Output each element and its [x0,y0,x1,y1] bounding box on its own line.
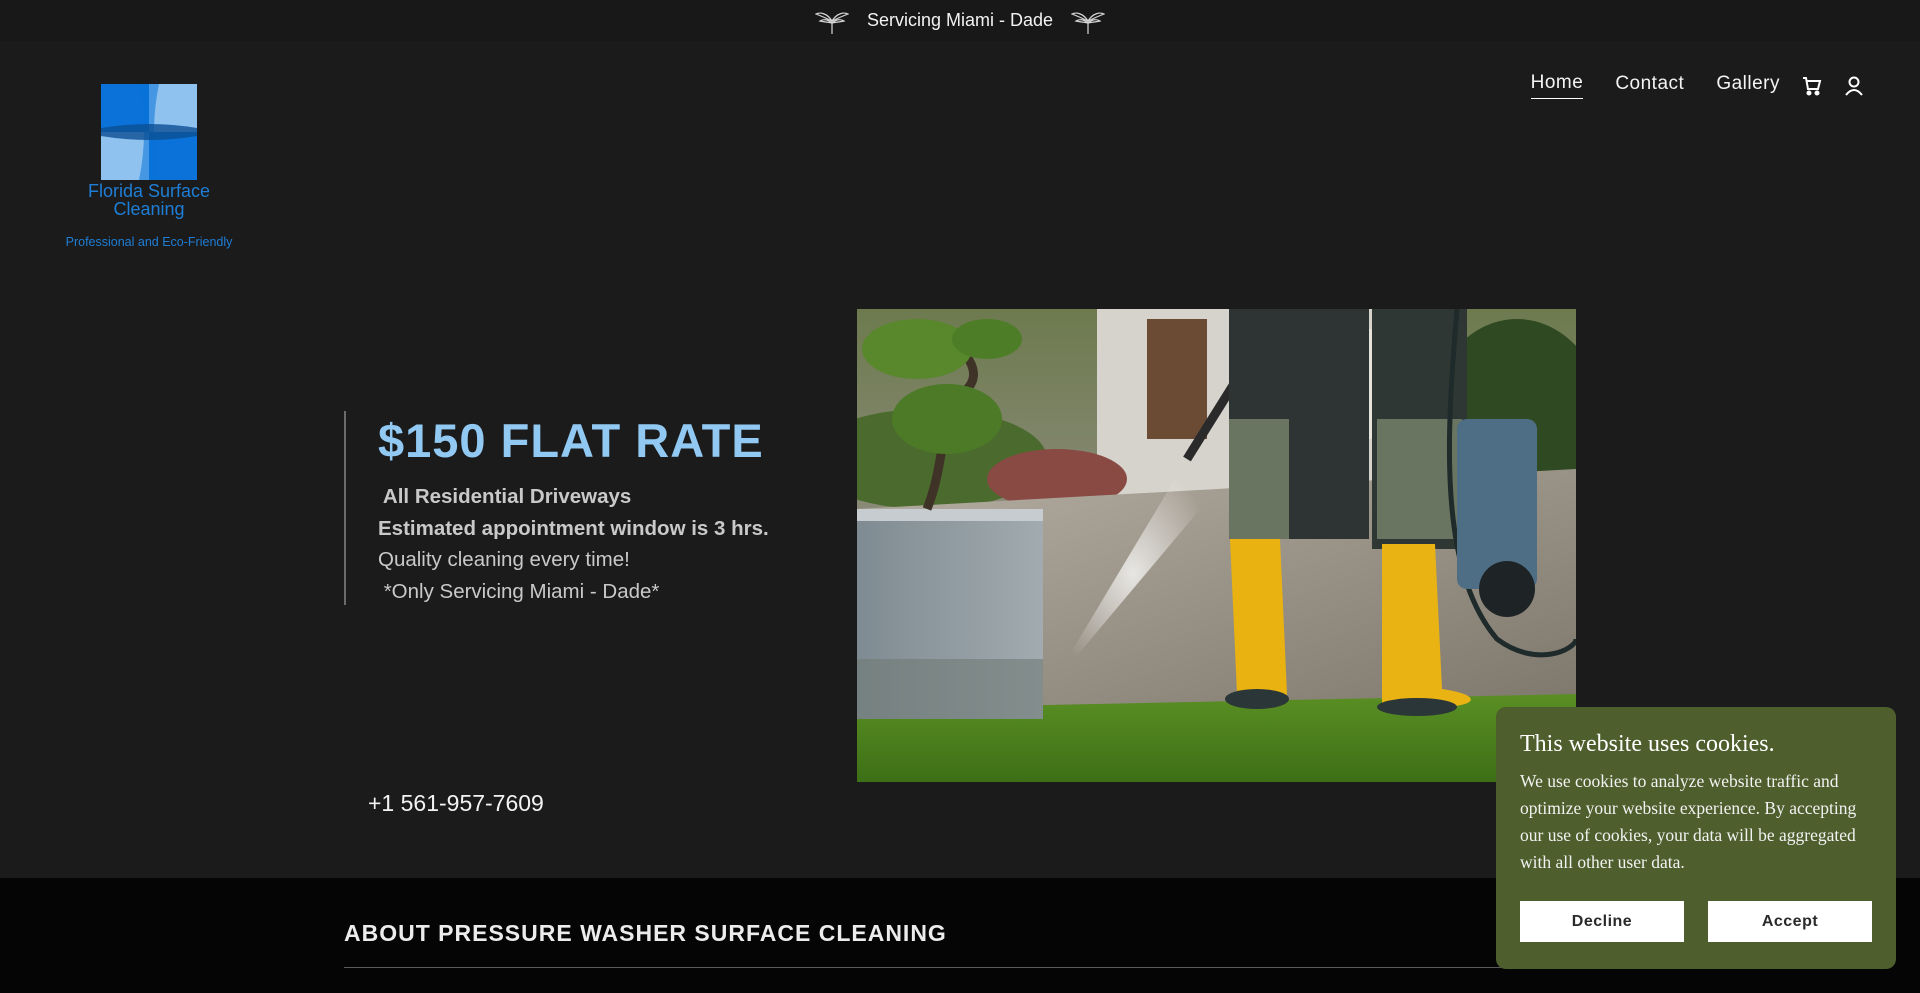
logo-tagline: Professional and Eco-Friendly [65,235,233,249]
site-logo[interactable]: Florida Surface Cleaning Professional an… [56,84,242,249]
account-icon[interactable] [1844,76,1864,96]
cookie-banner: This website uses cookies. We use cookie… [1496,707,1896,969]
cookie-buttons: Decline Accept [1520,901,1872,942]
phone-link[interactable]: +1 561-957-7609 [368,790,544,817]
nav-contact[interactable]: Contact [1615,73,1684,99]
hero-text-block: $150 FLAT RATE All Residential Driveways… [344,411,769,605]
hero-line: All Residential Driveways [378,485,632,508]
nav-gallery[interactable]: Gallery [1716,73,1780,99]
announcement-bar: Servicing Miami - Dade [0,0,1920,41]
hero-line: Estimated appointment window is 3 hrs. [378,516,769,540]
logo-name: Florida Surface Cleaning [87,181,211,219]
hero-lines: All Residential Driveways Estimated appo… [378,481,769,607]
hero-photo [857,309,1576,782]
flower-icon [814,7,850,35]
hero-line: *Only Servicing Miami - Dade* [378,579,660,603]
hero-line: Quality cleaning every time! [378,548,630,571]
cookie-body: We use cookies to analyze website traffi… [1520,771,1857,872]
logo-mark [101,84,197,180]
cookie-title: This website uses cookies. [1520,731,1775,757]
main-nav: Home Contact Gallery [1499,72,1864,99]
decline-button[interactable]: Decline [1520,901,1684,942]
accept-button[interactable]: Accept [1708,901,1872,942]
nav-home[interactable]: Home [1530,72,1584,99]
about-divider [344,967,1576,968]
announcement-text: Servicing Miami - Dade [866,10,1054,30]
flower-icon [1070,7,1106,35]
cart-icon[interactable] [1802,76,1822,96]
hero-title: $150 FLAT RATE [378,414,764,467]
about-heading: ABOUT PRESSURE WASHER SURFACE CLEANING [344,920,947,946]
